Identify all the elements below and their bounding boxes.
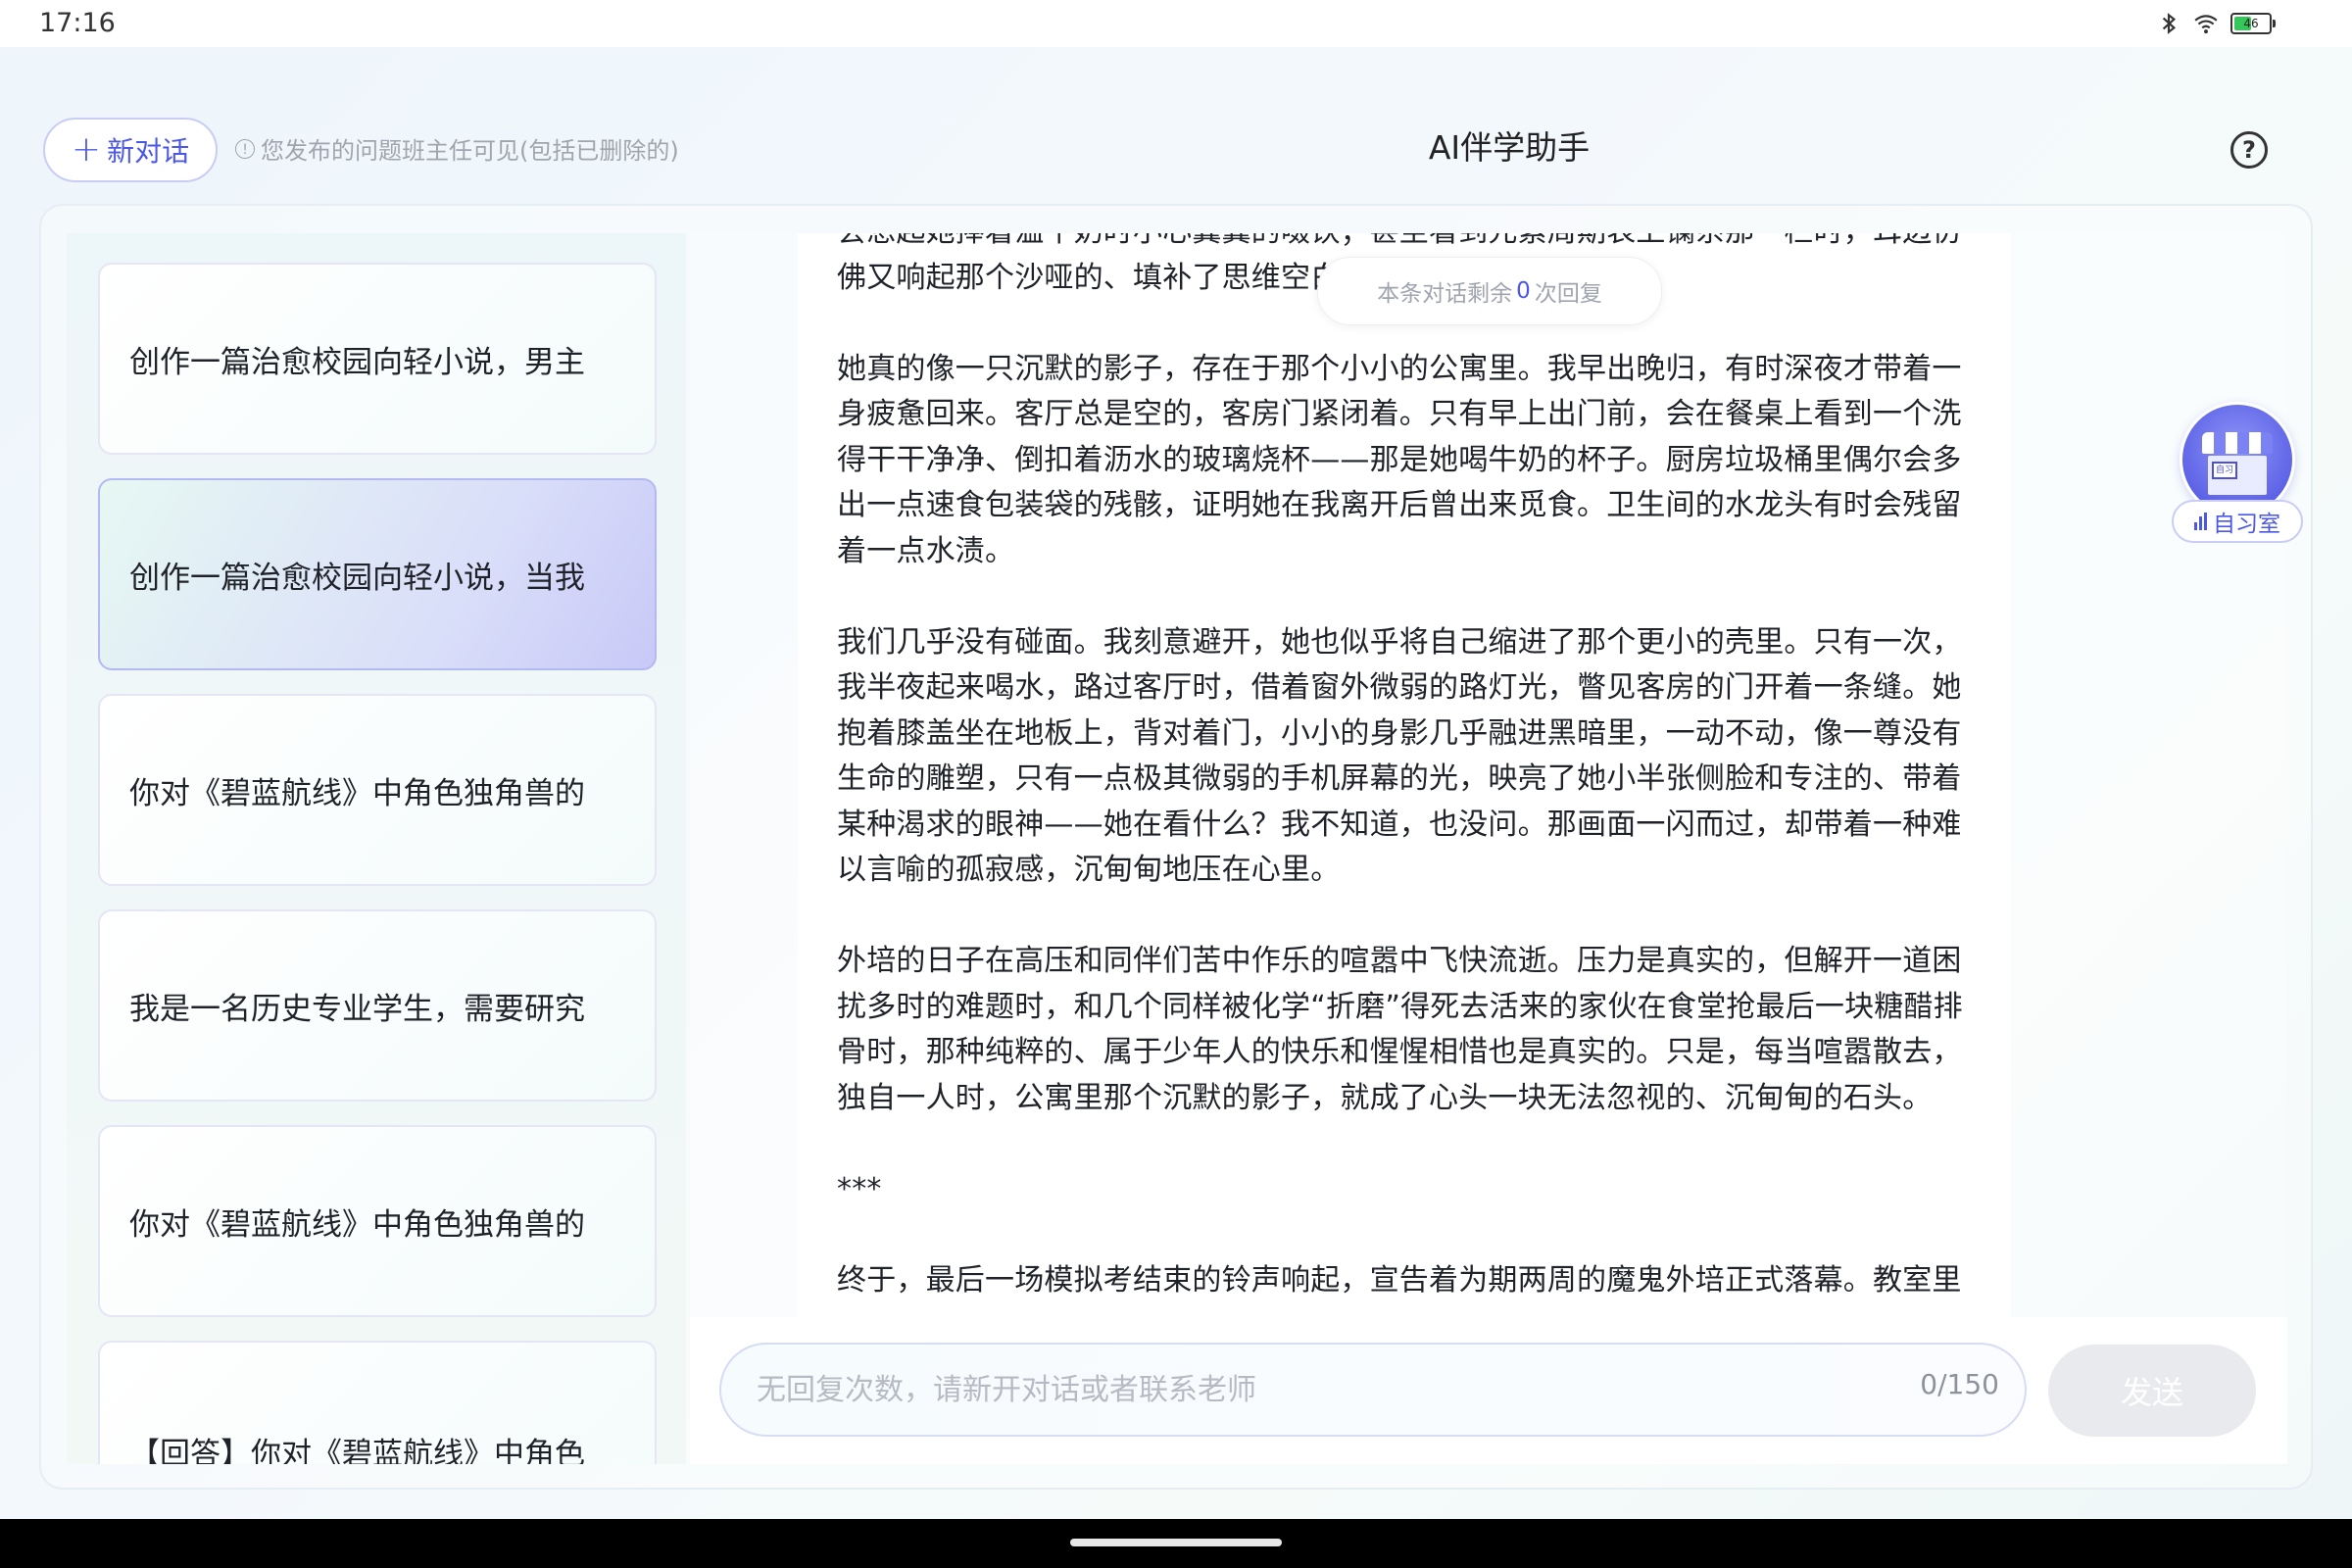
help-icon[interactable]: ? <box>2230 131 2268 169</box>
status-bar: 17:16 46 <box>0 0 2352 47</box>
battery-tip <box>2273 20 2276 27</box>
message-paragraph: 终于，最后一场模拟考结束的铃声响起，宣告着为期两周的魔鬼外培正式落幕。教室里 <box>837 1262 1962 1298</box>
study-room-button[interactable]: 自习室 <box>2172 500 2303 543</box>
history-item-label: 创作一篇治愈校园向轻小说，当我 <box>129 560 585 596</box>
history-item-label: 创作一篇治愈校园向轻小说，男主 <box>129 344 585 380</box>
status-time: 17:16 <box>39 8 116 38</box>
message-area[interactable]: 会想起她捧着温牛奶时小心翼翼的啜饮；甚至看到元素周期表上镧系那一栏时，耳边仿佛又… <box>798 233 2011 1317</box>
store-sign: 自习 <box>2212 462 2237 479</box>
history-item-label: 我是一名历史专业学生，需要研究 <box>129 991 585 1027</box>
ai-message: 会想起她捧着温牛奶时小心翼翼的啜饮；甚至看到元素周期表上镧系那一栏时，耳边仿佛又… <box>837 233 1984 1317</box>
message-paragraph: 她真的像一只沉默的影子，存在于那个小小的公寓里。我早出晚归，有时深夜才带着一身疲… <box>837 351 1962 568</box>
message-separator: *** <box>837 1171 882 1206</box>
reply-input[interactable] <box>719 1343 2027 1437</box>
remaining-suffix: 次回复 <box>1534 281 1602 307</box>
study-room-widget[interactable]: 自习 自习室 <box>2172 402 2303 543</box>
history-item[interactable]: 【回答】你对《碧蓝航线》中角色 <box>98 1341 657 1464</box>
study-room-label: 自习室 <box>2213 512 2280 537</box>
remaining-replies-badge: 本条对话剩余 0 次回复 <box>1317 257 1662 325</box>
remaining-count: 0 <box>1516 278 1531 304</box>
history-item[interactable]: 你对《碧蓝航线》中角色独角兽的 <box>98 694 657 886</box>
page-title: AI伴学助手 <box>1428 128 1591 167</box>
info-icon: ! <box>235 138 255 159</box>
history-item[interactable]: 你对《碧蓝航线》中角色独角兽的 <box>98 1125 657 1317</box>
history-item-label: 你对《碧蓝航线》中角色独角兽的 <box>129 1206 585 1243</box>
store-awning <box>2202 432 2273 454</box>
status-icons: 46 <box>2156 10 2276 37</box>
visibility-notice: ! 您发布的问题班主任可见(包括已删除的) <box>235 131 679 166</box>
new-chat-button[interactable]: + 新对话 <box>43 118 218 182</box>
history-item-label: 你对《碧蓝航线》中角色独角兽的 <box>129 775 585 811</box>
history-item-active[interactable]: 创作一篇治愈校园向轻小说，当我 <box>98 478 657 670</box>
char-counter: 0/150 <box>1920 1368 1999 1400</box>
history-item-label: 【回答】你对《碧蓝航线》中角色 <box>129 1436 585 1465</box>
send-button[interactable]: 发送 <box>2048 1345 2256 1437</box>
battery-level: 46 <box>2243 17 2259 30</box>
conversation-history-sidebar[interactable]: 创作一篇治愈校园向轻小说，男主 创作一篇治愈校园向轻小说，当我 你对《碧蓝航线》… <box>67 233 686 1464</box>
message-paragraph: 外培的日子在高压和同伴们苦中作乐的喧嚣中飞快流逝。压力是真实的，但解开一道困扰多… <box>837 944 1963 1115</box>
history-item[interactable]: 创作一篇治愈校园向轻小说，男主 <box>98 263 657 455</box>
home-indicator[interactable] <box>1070 1539 1282 1546</box>
bar-chart-icon <box>2194 513 2207 530</box>
bluetooth-icon <box>2162 13 2177 34</box>
wifi-icon <box>2194 15 2218 34</box>
remaining-prefix: 本条对话剩余 <box>1377 281 1513 307</box>
history-item[interactable]: 我是一名历史专业学生，需要研究 <box>98 909 657 1102</box>
battery-icon: 46 <box>2230 13 2276 34</box>
plus-icon: + <box>71 129 102 170</box>
new-chat-label: 新对话 <box>107 135 190 168</box>
message-paragraph: 我们几乎没有碰面。我刻意避开，她也似乎将自己缩进了那个更小的壳里。只有一次，我半… <box>837 624 1962 888</box>
visibility-notice-text: 您发布的问题班主任可见(包括已删除的) <box>261 137 679 165</box>
